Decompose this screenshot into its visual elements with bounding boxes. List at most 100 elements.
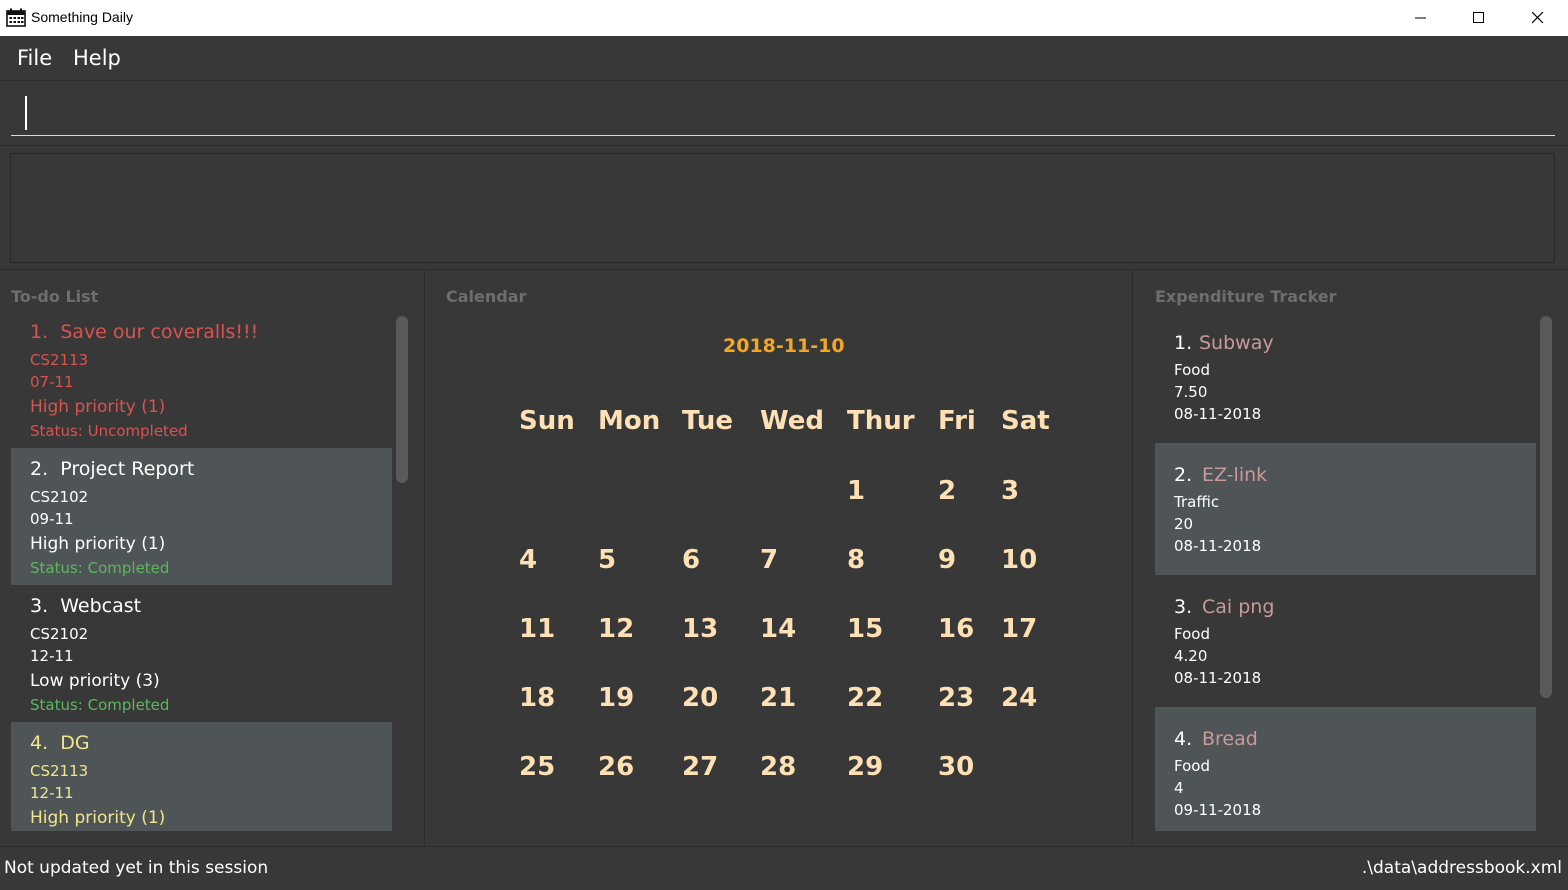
calendar-day[interactable]: 30 (938, 752, 974, 782)
calendar-day[interactable]: 15 (847, 614, 883, 644)
divider (0, 269, 1568, 270)
calendar-weekday: Mon (598, 406, 661, 436)
calendar-day[interactable]: 2 (938, 476, 956, 506)
todo-name: Project Report (60, 458, 195, 480)
expenditure-scrollbar[interactable] (1539, 311, 1553, 831)
maximize-button[interactable] (1450, 0, 1508, 36)
expense-name: Subway (1199, 332, 1274, 354)
calendar-day[interactable]: 19 (598, 683, 634, 713)
todo-index: 4. (30, 732, 49, 754)
calendar-day[interactable]: 29 (847, 752, 883, 782)
todo-heading: 2. Project Report (30, 458, 194, 480)
command-box (0, 82, 1568, 146)
calendar-day[interactable]: 7 (760, 545, 778, 575)
expense-name: Bread (1202, 728, 1258, 750)
expense-amount: 4 (1174, 779, 1184, 797)
expense-name: Cai png (1202, 596, 1275, 618)
todo-date: 12-11 (30, 784, 74, 802)
calendar-day[interactable]: 16 (938, 614, 974, 644)
calendar-day[interactable]: 4 (519, 545, 537, 575)
expense-card[interactable]: 2. EZ-link Traffic 20 08-11-2018 (1155, 443, 1536, 575)
expense-index: 1. (1174, 332, 1193, 354)
calendar-day[interactable]: 11 (519, 614, 555, 644)
expense-date: 09-11-2018 (1174, 801, 1262, 819)
todo-card[interactable]: 4. DG CS2113 12-11 High priority (1) (11, 722, 392, 831)
calendar-day[interactable]: 1 (847, 476, 865, 506)
text-cursor (25, 96, 27, 130)
calendar-day[interactable]: 20 (682, 683, 718, 713)
expense-amount: 7.50 (1174, 383, 1208, 401)
todo-name: Save our coveralls!!! (60, 321, 259, 343)
menu-help[interactable]: Help (73, 46, 121, 70)
command-input[interactable] (11, 96, 1555, 136)
todo-card[interactable]: 1. Save our coveralls!!! CS2113 07-11 Hi… (11, 311, 392, 448)
calendar-day[interactable]: 6 (682, 545, 700, 575)
close-button[interactable] (1509, 0, 1567, 36)
todo-heading: 1. Save our coveralls!!! (30, 321, 258, 343)
calendar-weekday: Thur (847, 406, 915, 436)
todo-status: Status: Completed (30, 696, 170, 714)
calendar-day[interactable]: 25 (519, 752, 555, 782)
calendar-day[interactable]: 28 (760, 752, 796, 782)
todo-scrollbar-thumb[interactable] (396, 316, 408, 483)
todo-priority: Low priority (3) (30, 671, 160, 691)
todo-module: CS2113 (30, 351, 89, 369)
calendar-day[interactable]: 22 (847, 683, 883, 713)
window-title: Something Daily (31, 9, 133, 25)
calendar-day[interactable]: 26 (598, 752, 634, 782)
calendar-day[interactable]: 12 (598, 614, 634, 644)
expense-card[interactable]: 4. Bread Food 4 09-11-2018 (1155, 707, 1536, 831)
calendar-day[interactable]: 8 (847, 545, 865, 575)
todo-index: 1. (30, 321, 49, 343)
expense-date: 08-11-2018 (1174, 405, 1262, 423)
calendar-day[interactable]: 18 (519, 683, 555, 713)
calendar-day[interactable]: 23 (938, 683, 974, 713)
todo-module: CS2102 (30, 625, 89, 643)
todo-scrollbar[interactable] (395, 311, 409, 831)
calendar-day[interactable]: 14 (760, 614, 796, 644)
expenditure-list[interactable]: 1. Subway Food 7.50 08-11-2018 2. EZ-lin… (1155, 311, 1536, 831)
expense-card[interactable]: 3. Cai png Food 4.20 08-11-2018 (1155, 575, 1536, 707)
todo-date: 07-11 (30, 373, 74, 391)
calendar-day[interactable]: 10 (1001, 545, 1037, 575)
calendar-weekday: Tue (682, 406, 734, 436)
calendar-current-date: 2018-11-10 (723, 335, 845, 357)
todo-list[interactable]: 1. Save our coveralls!!! CS2113 07-11 Hi… (11, 311, 392, 831)
calendar-day[interactable]: 21 (760, 683, 796, 713)
menu-bar: File Help (0, 36, 1568, 81)
calendar-day[interactable]: 27 (682, 752, 718, 782)
menu-file[interactable]: File (17, 46, 52, 70)
todo-date: 09-11 (30, 510, 74, 528)
calendar-weekday: Wed (760, 406, 824, 436)
minimize-icon (1415, 9, 1427, 28)
minimize-button[interactable] (1392, 0, 1450, 36)
expense-name: EZ-link (1202, 464, 1268, 486)
expense-date: 08-11-2018 (1174, 537, 1262, 555)
todo-card[interactable]: 2. Project Report CS2102 09-11 High prio… (11, 448, 392, 585)
calendar-weekday: Sun (519, 406, 575, 436)
calendar-day[interactable]: 17 (1001, 614, 1037, 644)
todo-priority: High priority (1) (30, 808, 166, 828)
calendar-weekday: Sat (1001, 406, 1050, 436)
status-bar: Not updated yet in this session .\data\a… (0, 846, 1568, 890)
calendar-day[interactable]: 3 (1001, 476, 1019, 506)
todo-heading: 3. Webcast (30, 595, 141, 617)
todo-panel-title: To-do List (11, 287, 99, 306)
todo-status: Status: Uncompleted (30, 422, 188, 440)
expense-amount: 4.20 (1174, 647, 1208, 665)
todo-priority: High priority (1) (30, 397, 166, 417)
calendar-day[interactable]: 13 (682, 614, 718, 644)
expense-category: Food (1174, 757, 1210, 775)
calendar-day[interactable]: 24 (1001, 683, 1037, 713)
save-location: .\data\addressbook.xml (1361, 858, 1562, 878)
expense-card[interactable]: 1. Subway Food 7.50 08-11-2018 (1155, 311, 1536, 443)
result-display[interactable] (10, 153, 1555, 263)
calendar-day[interactable]: 5 (598, 545, 616, 575)
todo-card[interactable]: 3. Webcast CS2102 12-11 Low priority (3)… (11, 585, 392, 722)
calendar-weekday: Fri (938, 406, 976, 436)
expense-category: Food (1174, 361, 1210, 379)
expense-category: Traffic (1174, 493, 1220, 511)
calendar-day[interactable]: 9 (938, 545, 956, 575)
expenditure-scrollbar-thumb[interactable] (1540, 316, 1552, 698)
panel-divider (424, 270, 425, 846)
